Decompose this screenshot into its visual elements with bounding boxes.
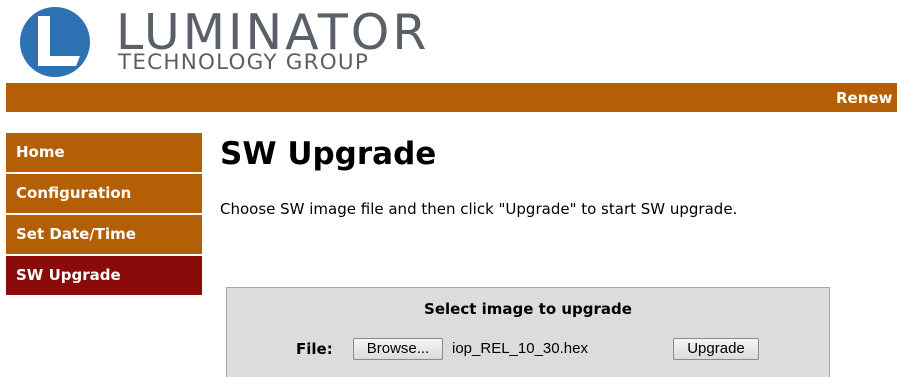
page-title: SW Upgrade (220, 136, 437, 172)
upload-panel: Select image to upgrade File: Browse... … (226, 287, 830, 377)
upload-panel-title: Select image to upgrade (424, 300, 632, 318)
sidebar-item-set-date-time[interactable]: Set Date/Time (6, 215, 202, 254)
luminator-logo: LUMINATOR TECHNOLOGY GROUP (16, 6, 426, 78)
sidebar-item-configuration[interactable]: Configuration (6, 174, 202, 213)
banner-text: Renew (836, 89, 893, 107)
selected-file-name: iop_REL_10_30.hex (452, 340, 588, 357)
file-label: File: (296, 340, 333, 358)
upgrade-button[interactable]: Upgrade (673, 338, 759, 360)
sidebar-item-sw-upgrade[interactable]: SW Upgrade (6, 256, 202, 295)
browse-button[interactable]: Browse... (353, 338, 443, 360)
logo-subtitle: TECHNOLOGY GROUP (118, 50, 370, 75)
sidebar-item-home[interactable]: Home (6, 133, 202, 172)
luminator-logo-icon (20, 7, 90, 77)
sidebar-nav: Home Configuration Set Date/Time SW Upgr… (6, 133, 202, 297)
top-banner: Renew (6, 83, 897, 112)
instructions-text: Choose SW image file and then click "Upg… (220, 200, 738, 218)
